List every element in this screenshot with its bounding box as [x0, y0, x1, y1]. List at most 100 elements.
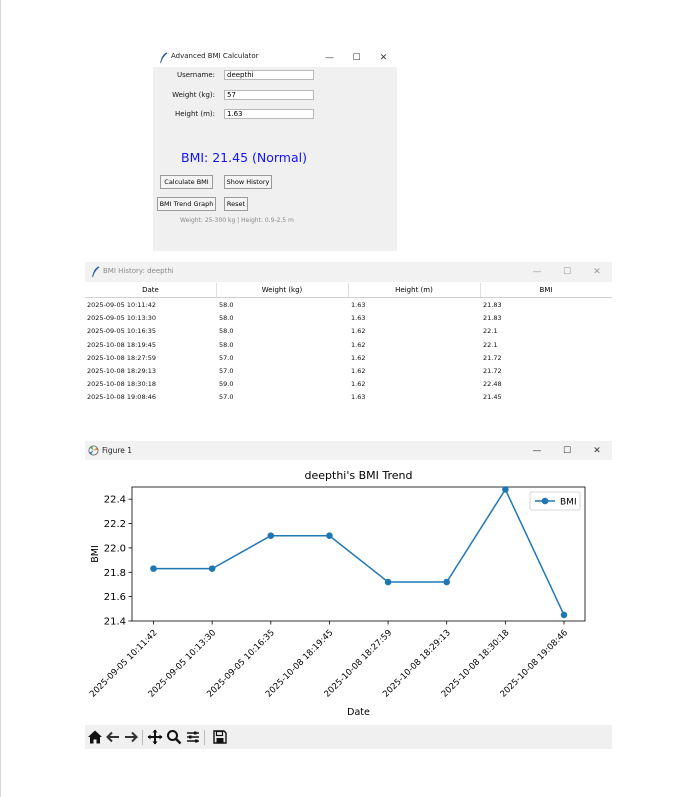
table-row[interactable]: 2025-10-08 18:30:18 59.0 1.62 22.48 [85, 378, 612, 391]
bmi-data-point [384, 578, 392, 586]
close-icon: ✕ [593, 445, 601, 456]
zoom-button[interactable] [165, 728, 183, 746]
table-row[interactable]: 2025-09-05 10:16:35 58.0 1.62 22.1 [85, 325, 612, 338]
y-tick-label: 21.4 [104, 617, 126, 628]
cell-date: 2025-10-08 19:08:46 [87, 393, 157, 402]
column-header-weight[interactable]: Weight (kg) [216, 283, 349, 297]
x-tick-label: 2025-09-05 10:11:42 [88, 628, 160, 700]
maximize-button[interactable]: ☐ [343, 48, 370, 67]
configure-subplots-button[interactable] [184, 728, 202, 746]
y-axis-label: BMI [90, 545, 101, 563]
y-tick-label: 21.8 [104, 568, 126, 579]
cell-weight: 58.0 [219, 327, 234, 336]
bmi-trend-chart[interactable]: deepthi's BMI Trend 21.4 21.6 21.8 22.0 22.2 2… [85, 460, 612, 725]
cell-height: 1.62 [351, 380, 366, 389]
reset-button[interactable]: Reset [224, 197, 248, 211]
cell-date: 2025-10-08 18:27:59 [87, 353, 157, 362]
y-tick-label: 21.6 [104, 592, 126, 603]
cell-weight: 57.0 [219, 366, 234, 375]
cell-weight: 57.0 [219, 393, 234, 402]
back-button[interactable] [104, 728, 122, 746]
figure-toolbar [85, 725, 612, 749]
table-row[interactable]: 2025-09-05 10:13:30 58.0 1.63 21.83 [85, 312, 612, 325]
column-header-date[interactable]: Date [85, 283, 217, 297]
table-row[interactable]: 2025-10-08 18:19:45 58.0 1.62 22.1 [85, 339, 612, 352]
zoom-icon [167, 730, 182, 745]
cell-height: 1.62 [351, 366, 366, 375]
calculator-form: Username: Weight (kg): Height (m): BMI: … [153, 67, 397, 251]
forward-button[interactable] [122, 728, 140, 746]
save-button[interactable] [211, 728, 229, 746]
figure-window-title: Figure 1 [102, 446, 133, 455]
cell-date: 2025-09-05 10:13:30 [87, 314, 157, 323]
maximize-button[interactable]: ☐ [552, 441, 582, 460]
minimize-button[interactable]: — [522, 262, 552, 282]
bmi-data-point [208, 565, 216, 572]
weight-label: Weight (kg): [172, 91, 215, 99]
home-icon [88, 730, 102, 744]
feather-icon [92, 266, 100, 278]
username-input[interactable] [224, 70, 314, 80]
x-axis-label: Date [347, 707, 370, 718]
username-label: Username: [176, 71, 215, 79]
table-row[interactable]: 2025-10-08 18:27:59 57.0 1.62 21.72 [85, 352, 612, 365]
column-header-bmi[interactable]: BMI [480, 283, 612, 297]
maximize-button[interactable]: ☐ [552, 262, 582, 282]
cell-bmi: 22.1 [483, 327, 498, 336]
cell-height: 1.62 [351, 327, 366, 336]
table-row[interactable]: 2025-09-05 10:11:42 58.0 1.63 21.83 [85, 299, 612, 312]
close-button[interactable]: ✕ [582, 262, 612, 282]
cell-weight: 58.0 [219, 340, 234, 349]
bmi-data-point [502, 486, 509, 493]
height-input[interactable] [224, 109, 314, 119]
cell-bmi: 22.48 [483, 380, 502, 389]
history-titlebar[interactable]: BMI History: deepthi — ☐ ✕ [85, 262, 612, 282]
calculate-bmi-button[interactable]: Calculate BMI [160, 175, 213, 189]
minimize-button[interactable]: — [316, 48, 343, 67]
cell-bmi: 21.72 [483, 353, 502, 362]
maximize-icon: ☐ [352, 52, 361, 63]
close-button[interactable]: ✕ [370, 48, 397, 67]
pan-button[interactable] [146, 728, 164, 746]
calculator-window-title: Advanced BMI Calculator [171, 52, 259, 60]
bmi-trend-graph-button[interactable]: BMI Trend Graph [157, 197, 216, 211]
x-tick-label: 2025-10-08 18:27:59 [323, 628, 395, 700]
bmi-data-point [326, 532, 333, 540]
bmi-data-point [560, 611, 568, 619]
bmi-data-point [150, 565, 157, 572]
table-row[interactable]: 2025-10-08 18:29:13 57.0 1.62 21.72 [85, 365, 612, 378]
x-tick-label: 2025-09-05 10:13:30 [147, 628, 219, 700]
history-window-title: BMI History: deepthi [103, 267, 174, 275]
cell-height: 1.63 [351, 393, 366, 402]
column-header-height[interactable]: Height (m) [348, 283, 481, 297]
cell-weight: 57.0 [219, 353, 234, 362]
legend-label: BMI [560, 498, 577, 508]
maximize-icon: ☐ [562, 267, 572, 277]
x-tick-label: 2025-10-08 19:08:46 [499, 628, 571, 700]
x-tick-label: 2025-09-05 10:16:35 [205, 628, 277, 700]
calculator-titlebar[interactable]: Advanced BMI Calculator — ☐ ✕ [153, 48, 397, 67]
table-row[interactable]: 2025-10-08 19:08:46 57.0 1.63 21.45 [85, 391, 612, 404]
cell-bmi: 22.1 [483, 340, 498, 349]
bmi-result-text: BMI: 21.45 (Normal) [181, 150, 307, 165]
minimize-button[interactable]: — [522, 441, 552, 460]
minimize-icon: — [325, 52, 334, 63]
x-tick-label: 2025-10-08 18:30:18 [440, 628, 512, 700]
history-table-header: Date Weight (kg) Height (m) BMI [85, 283, 612, 298]
close-icon: ✕ [593, 267, 601, 277]
toolbar-separator [142, 730, 143, 745]
home-button[interactable] [86, 728, 104, 746]
weight-input[interactable] [224, 90, 314, 100]
show-history-button[interactable]: Show History [224, 175, 272, 189]
toolbar-separator [204, 730, 205, 745]
bmi-data-point [443, 578, 451, 586]
close-button[interactable]: ✕ [582, 441, 612, 460]
plot-area-frame [131, 486, 586, 622]
legend-marker [541, 497, 549, 505]
pan-icon [147, 729, 163, 745]
forward-arrow-icon [125, 731, 138, 743]
y-tick-label: 22.4 [104, 495, 126, 506]
figure-titlebar[interactable]: Figure 1 — ☐ ✕ [85, 441, 612, 460]
maximize-icon: ☐ [562, 445, 572, 456]
height-label: Height (m): [174, 110, 215, 118]
